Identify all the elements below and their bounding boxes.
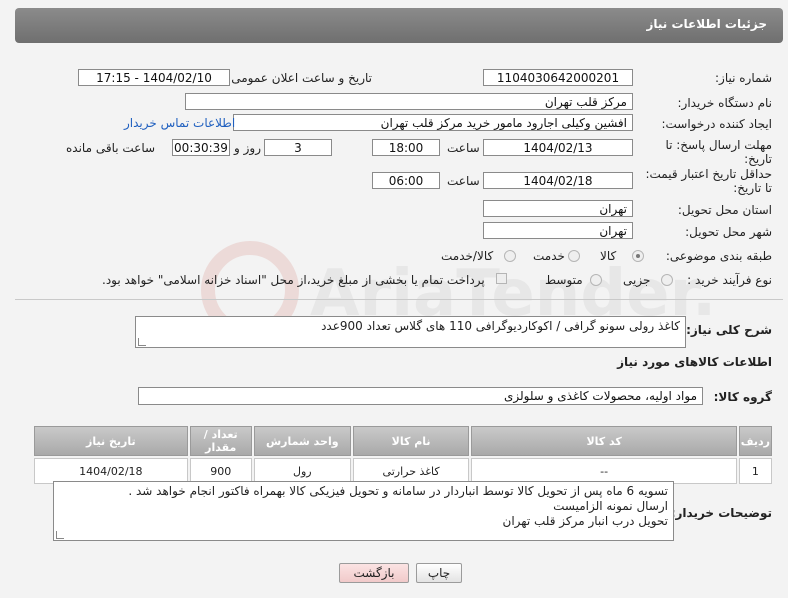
- col-row: ردیف: [738, 426, 772, 456]
- province-field: تهران: [483, 200, 633, 217]
- announce-date-field: 1404/02/10 - 17:15: [78, 69, 230, 86]
- category-goods-label: کالا: [600, 249, 617, 263]
- deadline-label: مهلت ارسال پاسخ: تا تاریخ:: [665, 138, 772, 166]
- buyer-org-label: نام دستگاه خریدار:: [677, 96, 773, 110]
- buyer-notes-label: توضیحات خریدار:: [670, 506, 772, 520]
- back-button[interactable]: بازگشت: [339, 563, 409, 583]
- process-medium-label: متوسط: [545, 273, 583, 287]
- validity-time-label: ساعت: [447, 174, 480, 188]
- goods-table-header: تاریخ نیاز تعداد / مقدار واحد شمارش نام …: [34, 426, 772, 456]
- process-minor-radio[interactable]: [661, 274, 673, 286]
- goods-section-title: اطلاعات کالاهای مورد نیاز: [617, 355, 772, 369]
- category-label: طبقه بندی موضوعی:: [665, 249, 772, 263]
- col-need-date: تاریخ نیاز: [34, 426, 188, 456]
- description-label: شرح کلی نیاز:: [686, 323, 772, 337]
- treasury-payment-note: پرداخت تمام یا بخشی از مبلغ خرید،از محل …: [102, 273, 485, 287]
- days-field: 3: [264, 139, 332, 156]
- creator-field: افشین وکیلی اجارود مامور خرید مرکز قلب ت…: [233, 114, 633, 131]
- creator-label: ایجاد کننده درخواست:: [661, 117, 772, 131]
- goods-table: تاریخ نیاز تعداد / مقدار واحد شمارش نام …: [32, 424, 774, 486]
- process-minor-label: جزیی: [623, 273, 651, 287]
- category-goods-radio[interactable]: [632, 250, 644, 262]
- page-header: جزئیات اطلاعات نیاز: [15, 8, 783, 43]
- category-both-radio[interactable]: [504, 250, 516, 262]
- remaining-time-field: 00:30:39: [172, 139, 230, 156]
- goods-group-label: گروه کالا:: [713, 390, 772, 404]
- cell-row: 1: [738, 458, 772, 484]
- remaining-time-label: ساعت باقی مانده: [66, 141, 156, 155]
- deadline-date-field: 1404/02/13: [483, 139, 633, 156]
- province-label: استان محل تحویل:: [677, 203, 772, 217]
- goods-group-field: مواد اولیه، محصولات کاغذی و سلولزی: [138, 387, 703, 405]
- need-number-field: 1104030642000201: [483, 69, 633, 86]
- description-text: کاغذ رولی سونو گرافی / اکوکاردیوگرافی 11…: [321, 319, 680, 333]
- col-goods-code: کد کالا: [471, 426, 737, 456]
- resize-handle-icon[interactable]: [138, 338, 146, 346]
- buyer-note-line: ارسال نمونه الزامیست: [553, 499, 668, 513]
- treasury-payment-checkbox[interactable]: [496, 273, 507, 284]
- buyer-note-line: تسویه 6 ماه پس از تحویل کالا توسط انبارد…: [128, 484, 668, 498]
- buyer-note-line: تحویل درب انبار مرکز قلب تهران: [502, 514, 668, 528]
- resize-handle-icon[interactable]: [56, 531, 64, 539]
- col-goods-name: نام کالا: [352, 426, 470, 456]
- validity-label: حداقل تاریخ اعتبار قیمت: تا تاریخ:: [645, 167, 772, 195]
- validity-time-field: 06:00: [372, 172, 440, 189]
- city-label: شهر محل تحویل:: [685, 225, 772, 239]
- category-both-label: کالا/خدمت: [441, 249, 494, 263]
- category-service-label: خدمت: [533, 249, 565, 263]
- description-textarea: کاغذ رولی سونو گرافی / اکوکاردیوگرافی 11…: [135, 316, 686, 348]
- buyer-contact-link[interactable]: اطلاعات تماس خریدار: [124, 116, 235, 130]
- col-quantity: تعداد / مقدار: [189, 426, 252, 456]
- col-unit: واحد شمارش: [253, 426, 351, 456]
- buyer-org-field: مرکز قلب تهران: [185, 93, 633, 110]
- deadline-time-field: 18:00: [372, 139, 440, 156]
- validity-date-field: 1404/02/18: [483, 172, 633, 189]
- buyer-notes-textarea: تسویه 6 ماه پس از تحویل کالا توسط انبارد…: [53, 481, 674, 541]
- category-service-radio[interactable]: [568, 250, 580, 262]
- city-field: تهران: [483, 222, 633, 239]
- announce-date-label: تاریخ و ساعت اعلان عمومی:: [227, 71, 372, 85]
- process-medium-radio[interactable]: [590, 274, 602, 286]
- process-label: نوع فرآیند خرید :: [687, 273, 772, 287]
- section-divider: [15, 299, 783, 300]
- days-label: روز و: [234, 141, 261, 155]
- deadline-time-label: ساعت: [447, 141, 480, 155]
- page-title: جزئیات اطلاعات نیاز: [646, 17, 767, 31]
- print-button[interactable]: چاپ: [416, 563, 462, 583]
- need-number-label: شماره نیاز:: [715, 71, 772, 85]
